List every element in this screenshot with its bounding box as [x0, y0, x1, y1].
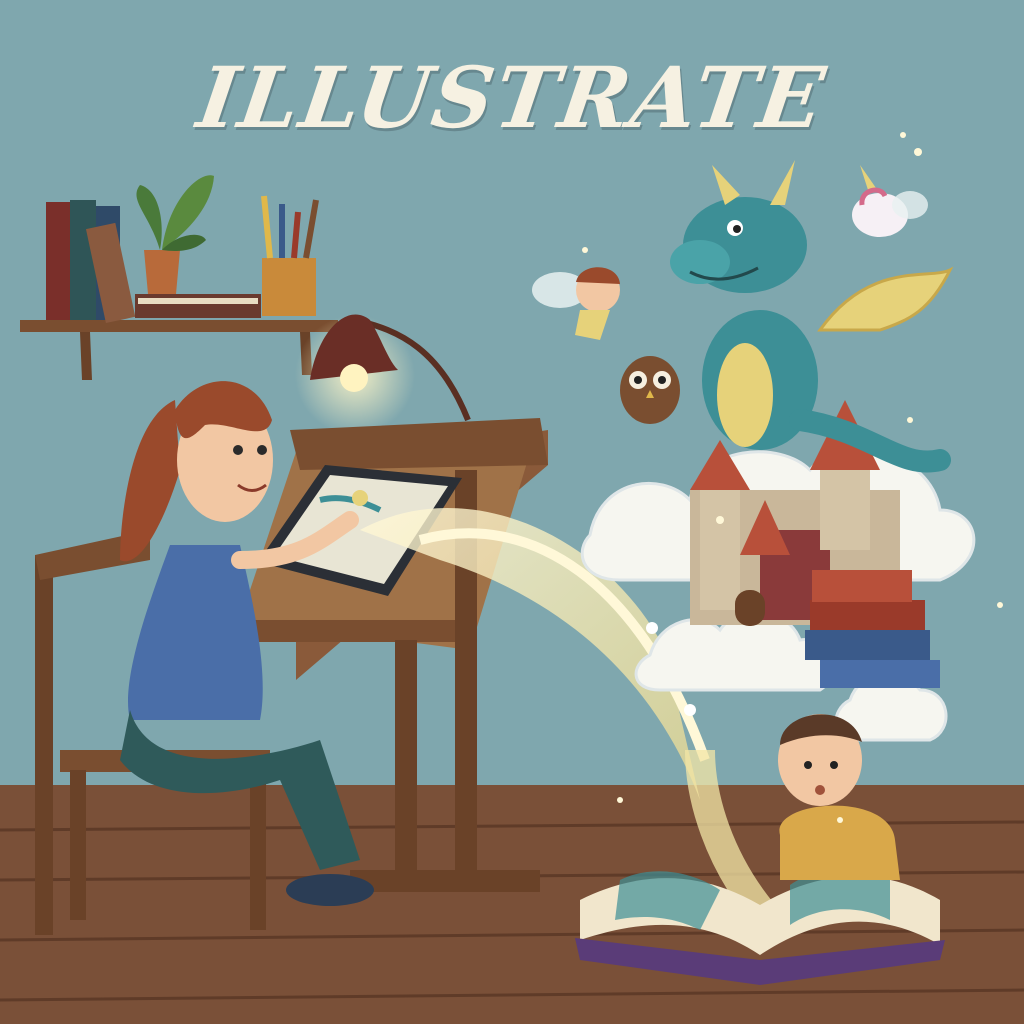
book-teal	[70, 200, 96, 320]
book-flat	[135, 294, 261, 318]
owl	[620, 356, 680, 424]
book-red	[46, 202, 70, 320]
title-text: ILLUSTRATE	[191, 48, 833, 147]
illustration-scene	[0, 0, 1024, 1024]
